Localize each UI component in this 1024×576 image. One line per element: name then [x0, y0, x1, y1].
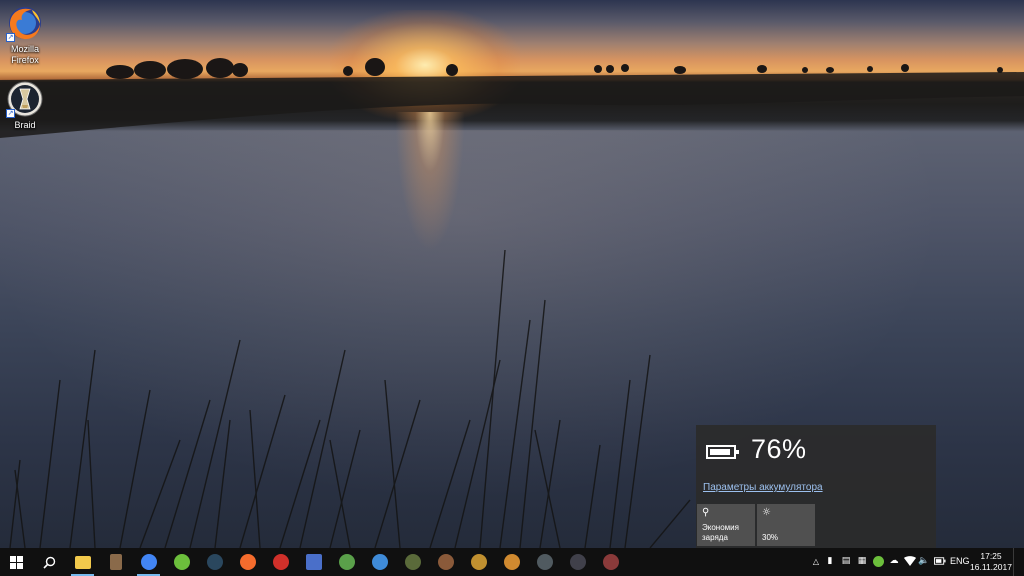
brightness-tile[interactable]: ☼ 30%	[757, 504, 815, 546]
clock-time: 17:25	[980, 551, 1002, 561]
file-explorer-icon	[74, 555, 91, 569]
game-1-icon	[404, 554, 421, 570]
tile-label-line1: Экономия	[702, 523, 739, 532]
wifi-icon[interactable]	[904, 555, 916, 567]
archive-app-icon	[109, 554, 122, 570]
pokerstars-icon	[272, 554, 289, 570]
taskbar-app-game-7[interactable]	[594, 548, 627, 576]
game-2-icon	[437, 554, 454, 570]
taskbar-app-utorrent[interactable]	[165, 548, 198, 576]
game-3-icon	[470, 554, 487, 570]
desktop-shortcut-braid[interactable]: ↗ Braid	[2, 80, 48, 131]
taskbar-app-steam[interactable]	[198, 548, 231, 576]
steam-icon	[206, 554, 223, 570]
game-4-icon	[503, 554, 520, 570]
battery-icon	[706, 445, 739, 459]
volume-icon[interactable]: 🔈	[918, 555, 930, 567]
utorrent-icon	[173, 554, 190, 570]
game-6-icon	[569, 554, 586, 570]
taskbar-app-game-6[interactable]	[561, 548, 594, 576]
battery-tray-icon[interactable]	[934, 555, 946, 567]
taskbar-app-game-5[interactable]	[528, 548, 561, 576]
braid-icon: ↗	[6, 80, 44, 118]
system-tray: △ ▮ ▤ ▦ ☁ 🔈 ENG 17:25 16.11.2017	[804, 548, 1024, 576]
clock[interactable]: 17:25 16.11.2017	[969, 551, 1013, 573]
taskbar-app-save-app[interactable]	[297, 548, 330, 576]
search-icon	[43, 556, 56, 569]
shortcut-arrow-icon: ↗	[6, 109, 15, 118]
desktop-icon-label-line2: Firefox	[11, 55, 39, 65]
taskbar-app-file-explorer[interactable]	[66, 548, 99, 576]
start-button[interactable]	[0, 548, 33, 576]
chrome-icon	[140, 554, 157, 570]
battery-fill	[710, 449, 730, 455]
battery-flyout: 76% Параметры аккумулятора ⚲ Экономия за…	[696, 425, 936, 548]
taskbar-app-vivaldi[interactable]	[363, 548, 396, 576]
origin-icon	[239, 554, 256, 570]
clock-date: 16.11.2017	[970, 562, 1012, 572]
save-app-icon	[305, 554, 322, 570]
taskbar-app-archive-app[interactable]	[99, 548, 132, 576]
green-app-icon	[338, 554, 355, 570]
shortcut-arrow-icon: ↗	[6, 33, 15, 42]
taskbar-app-origin[interactable]	[231, 548, 264, 576]
onedrive-icon[interactable]: ☁	[888, 555, 900, 567]
tile-label-line2: заряда	[702, 533, 728, 542]
show-hidden-icons-icon[interactable]: △	[810, 555, 822, 567]
taskbar-app-game-3[interactable]	[462, 548, 495, 576]
desktop-icon-label: Braid	[14, 120, 36, 130]
printer-icon[interactable]: ▤	[840, 555, 852, 567]
taskbar-app-game-4[interactable]	[495, 548, 528, 576]
taskbar-app-game-2[interactable]	[429, 548, 462, 576]
taskbar: △ ▮ ▤ ▦ ☁ 🔈 ENG 17:25 16.11.2017	[0, 548, 1024, 576]
taskbar-app-green-app[interactable]	[330, 548, 363, 576]
game-5-icon	[536, 554, 553, 570]
brightness-value: 30%	[762, 533, 779, 542]
gpu-icon[interactable]: ▦	[856, 555, 868, 567]
usb-device-icon[interactable]: ▮	[824, 555, 836, 567]
taskbar-app-game-1[interactable]	[396, 548, 429, 576]
brightness-icon: ☼	[762, 507, 771, 518]
battery-saver-tile[interactable]: ⚲ Экономия заряда	[697, 504, 755, 546]
language-indicator[interactable]: ENG	[950, 556, 970, 566]
battery-percent: 76%	[751, 434, 807, 464]
show-desktop-button[interactable]	[1013, 548, 1024, 576]
game-7-icon	[602, 554, 619, 570]
firefox-icon: ↗	[6, 4, 44, 42]
taskbar-app-pokerstars[interactable]	[264, 548, 297, 576]
desktop-icon-label: Mozilla	[10, 44, 39, 54]
leaf-icon: ⚲	[702, 507, 710, 518]
windows-logo-icon	[10, 555, 23, 569]
battery-settings-link[interactable]: Параметры аккумулятора	[703, 482, 823, 493]
desktop-shortcut-firefox[interactable]: ↗ Mozilla Firefox	[2, 4, 48, 66]
taskbar-app-chrome[interactable]	[132, 548, 165, 576]
search-button[interactable]	[33, 548, 66, 576]
utorrent-tray-icon[interactable]	[872, 555, 884, 567]
vivaldi-icon	[371, 554, 388, 570]
